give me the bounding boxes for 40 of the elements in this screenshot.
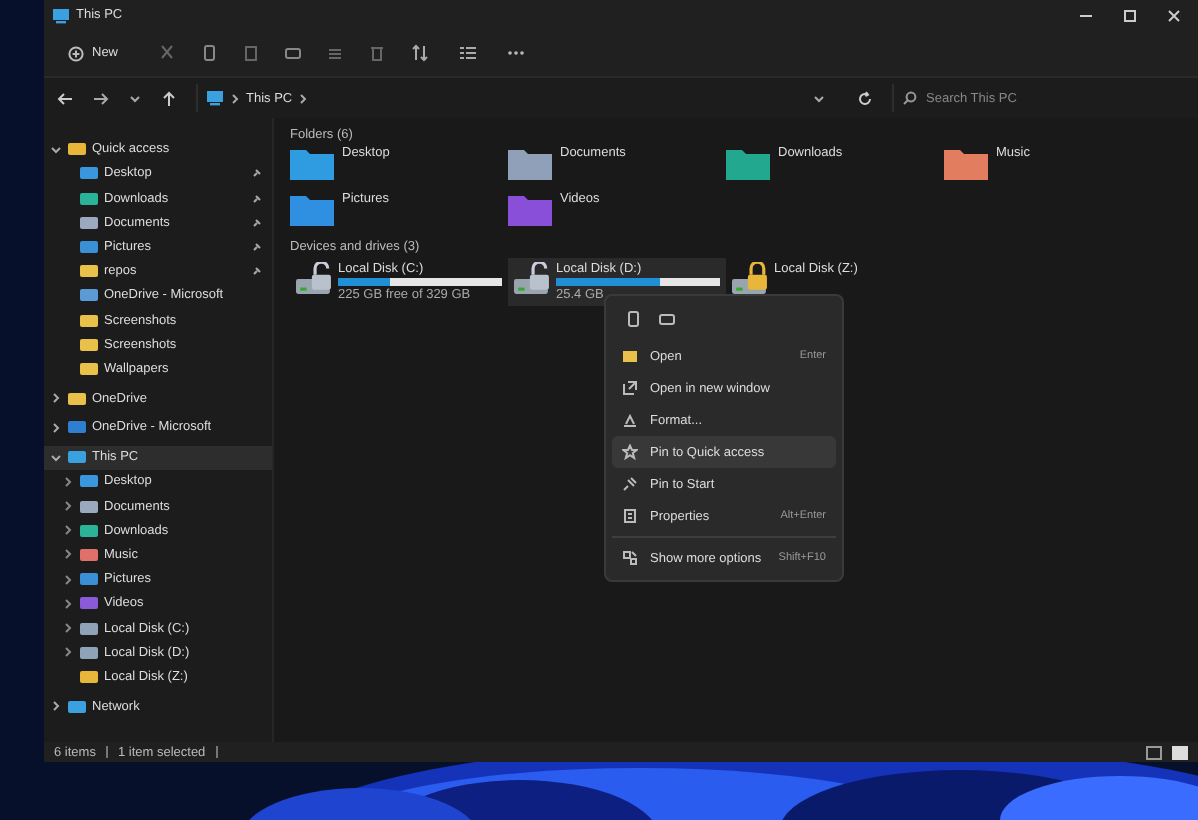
chevron-icon[interactable] — [62, 548, 74, 561]
chevron-icon[interactable] — [62, 622, 74, 635]
details-view-icon[interactable] — [1146, 745, 1162, 759]
folder-icon — [622, 348, 638, 364]
computer-icon — [206, 90, 224, 106]
format-icon — [622, 412, 638, 428]
back-icon[interactable] — [56, 89, 74, 107]
maximize-icon[interactable] — [1122, 7, 1138, 23]
chevron-icon[interactable] — [50, 421, 62, 434]
computer-icon — [52, 7, 70, 23]
rename-icon[interactable] — [658, 310, 676, 328]
star-icon — [622, 444, 638, 460]
refresh-icon[interactable] — [856, 89, 874, 107]
chevron-icon[interactable] — [62, 524, 74, 537]
chevron-right-icon[interactable] — [230, 91, 240, 105]
close-icon[interactable] — [1166, 7, 1182, 23]
pin-icon — [622, 476, 638, 492]
chevron-down-icon[interactable] — [812, 91, 826, 105]
chevron-right-icon[interactable] — [298, 91, 309, 105]
properties-icon — [622, 508, 638, 524]
more-options-icon — [622, 550, 638, 566]
chevron-icon[interactable] — [50, 143, 62, 156]
plus-icon — [68, 45, 84, 61]
copy-icon[interactable] — [624, 310, 642, 328]
chevron-icon[interactable] — [62, 646, 74, 659]
chevron-icon[interactable] — [62, 475, 74, 488]
chevron-icon[interactable] — [50, 700, 62, 713]
forward-icon[interactable] — [92, 89, 110, 107]
chevron-icon[interactable] — [50, 451, 62, 464]
new-window-icon — [622, 380, 638, 396]
chevron-icon[interactable] — [62, 597, 74, 610]
chevron-icon[interactable] — [50, 392, 62, 405]
copy-icon[interactable] — [200, 44, 219, 62]
rename-icon[interactable] — [284, 44, 303, 62]
up-arrow-icon[interactable] — [160, 89, 178, 107]
chevron-icon[interactable] — [62, 573, 74, 586]
delete-icon[interactable] — [368, 44, 387, 62]
search-icon — [902, 90, 918, 106]
tiles-view-icon[interactable] — [1172, 745, 1188, 759]
chevron-icon[interactable] — [62, 500, 74, 513]
